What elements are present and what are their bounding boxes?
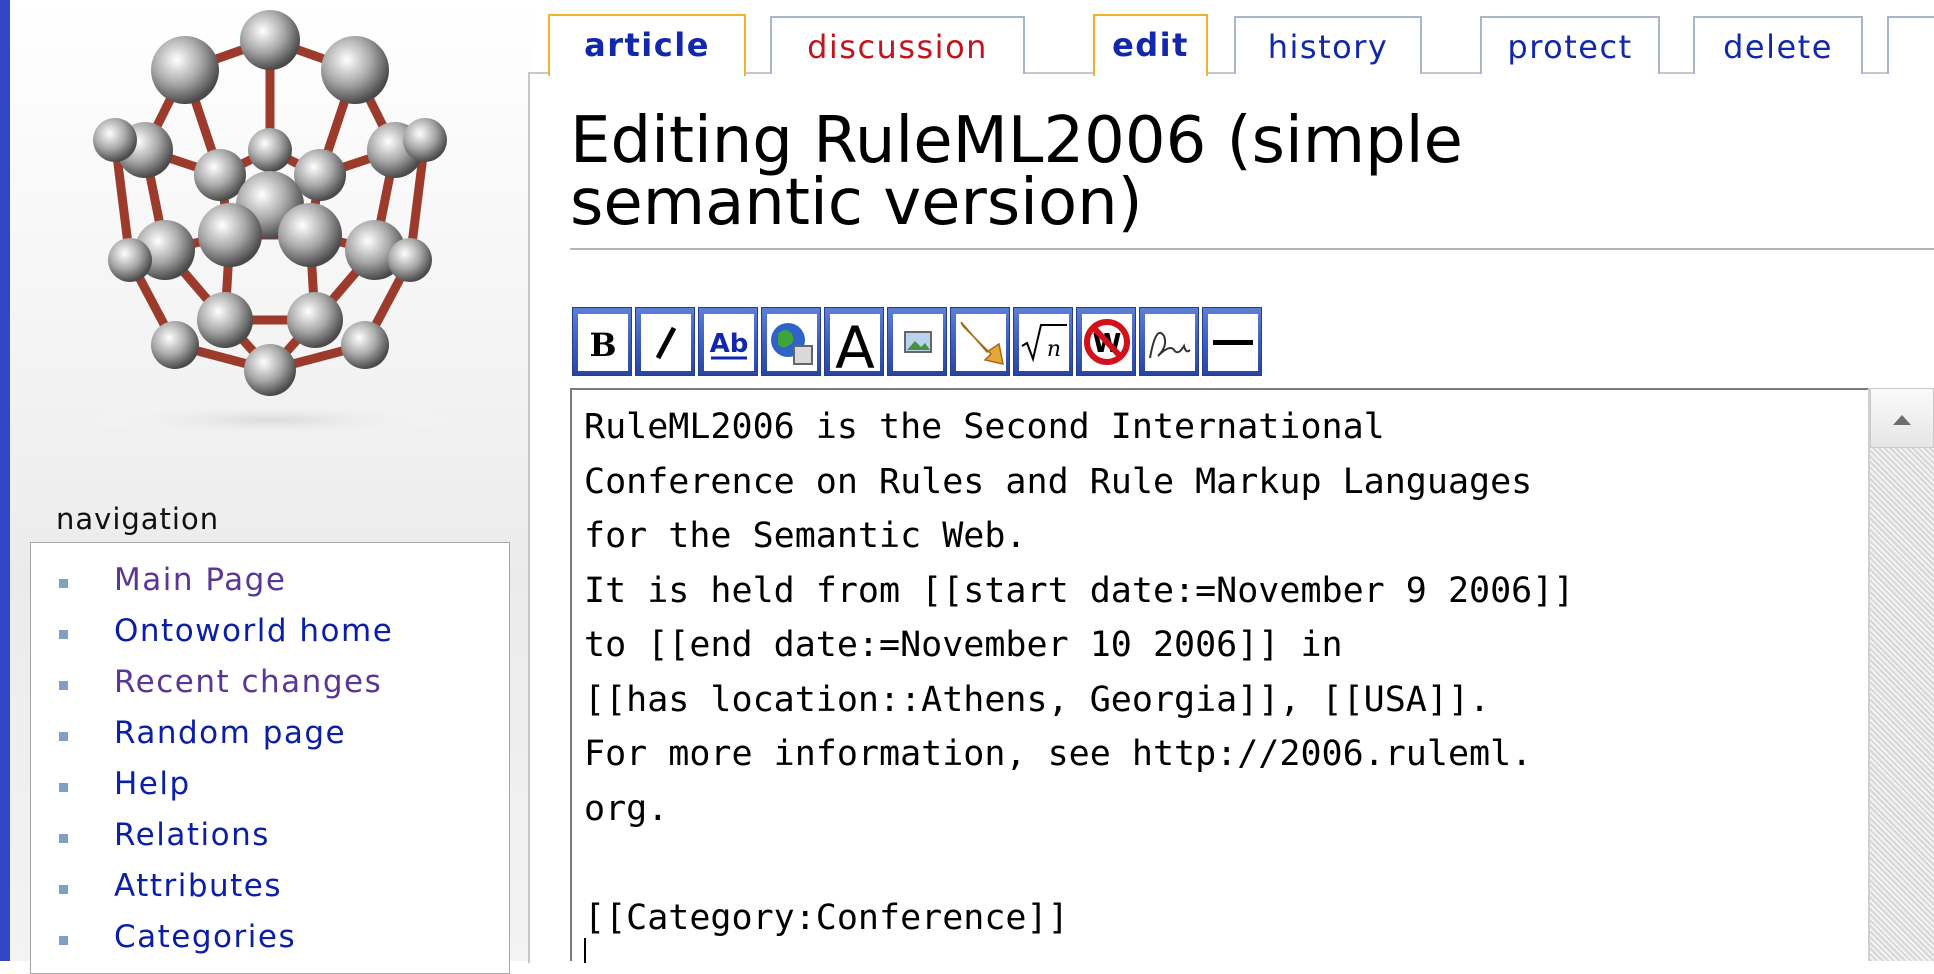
svg-text:Ab: Ab bbox=[710, 329, 749, 359]
tab-more[interactable] bbox=[1887, 16, 1934, 74]
tab-edit[interactable]: edit bbox=[1093, 14, 1208, 76]
globe-icon bbox=[767, 314, 817, 371]
editor-line: [[has location::Athens, Georgia]], [[USA… bbox=[584, 679, 1491, 720]
title-divider bbox=[570, 248, 1934, 250]
editor-line: Conference on Rules and Rule Markup Lang… bbox=[584, 461, 1533, 502]
signature-icon bbox=[1145, 314, 1195, 371]
picture-icon bbox=[893, 314, 943, 371]
editor-scrollbar[interactable] bbox=[1868, 388, 1934, 961]
headline-button[interactable]: A bbox=[824, 307, 884, 376]
svg-text:A: A bbox=[835, 314, 875, 376]
nav-link[interactable]: Relations bbox=[114, 817, 270, 853]
nav-link[interactable]: Random page bbox=[114, 715, 346, 751]
page-title-text: Editing RuleML2006 (simple semantic vers… bbox=[570, 104, 1463, 240]
editor-content[interactable]: RuleML2006 is the Second International Co… bbox=[584, 400, 1874, 945]
editor-line: It is held from [[start date:=November 9… bbox=[584, 570, 1575, 611]
arrow-up-icon bbox=[1893, 415, 1911, 425]
bullet-icon bbox=[59, 834, 68, 843]
internal-link-icon: Ab bbox=[704, 314, 754, 371]
nav-link[interactable]: Main Page bbox=[114, 562, 286, 598]
editor-line: org. bbox=[584, 788, 669, 829]
wiki-text-editor[interactable]: RuleML2006 is the Second International Co… bbox=[570, 388, 1934, 963]
tab-protect[interactable]: protect bbox=[1480, 16, 1660, 74]
nav-link[interactable]: Attributes bbox=[114, 868, 282, 904]
italic-button[interactable] bbox=[635, 307, 695, 376]
edit-toolbar: B Ab A n W bbox=[572, 307, 1265, 376]
navigation-box: Main Page Ontoworld home Recent changes … bbox=[30, 542, 510, 974]
nav-link[interactable]: Recent changes bbox=[114, 664, 382, 700]
bullet-icon bbox=[59, 936, 68, 945]
internal-link-button[interactable]: Ab bbox=[698, 307, 758, 376]
sqrt-icon: n bbox=[1019, 314, 1069, 371]
horizontal-line-icon bbox=[1208, 314, 1258, 371]
embedded-image-button[interactable] bbox=[887, 307, 947, 376]
no-wiki-button[interactable]: W bbox=[1076, 307, 1136, 376]
nav-link[interactable]: Categories bbox=[114, 919, 296, 955]
math-formula-button[interactable]: n bbox=[1013, 307, 1073, 376]
sidebar: navigation Main Page Ontoworld home Rece… bbox=[10, 0, 530, 974]
bold-icon: B bbox=[578, 314, 628, 371]
bullet-icon bbox=[59, 885, 68, 894]
tab-delete[interactable]: delete bbox=[1693, 16, 1863, 74]
bullet-icon bbox=[59, 732, 68, 741]
page-title: Editing RuleML2006 (simple semantic vers… bbox=[570, 104, 1670, 240]
bullet-icon bbox=[59, 681, 68, 690]
tab-history[interactable]: history bbox=[1234, 16, 1422, 74]
bold-button[interactable]: B bbox=[572, 307, 632, 376]
svg-text:n: n bbox=[1047, 337, 1061, 362]
left-accent-strip bbox=[0, 0, 10, 961]
horn-icon bbox=[956, 314, 1006, 371]
bullet-icon bbox=[59, 783, 68, 792]
editor-line: [[Category:Conference]] bbox=[584, 897, 1069, 938]
external-link-button[interactable] bbox=[761, 307, 821, 376]
scroll-up-button[interactable] bbox=[1870, 388, 1934, 448]
text-caret bbox=[584, 938, 586, 963]
nav-link[interactable]: Help bbox=[114, 766, 191, 802]
svg-text:B: B bbox=[589, 326, 616, 364]
editor-line: For more information, see http://2006.ru… bbox=[584, 734, 1533, 774]
editor-line: to [[end date:=November 10 2006]] in bbox=[584, 625, 1343, 665]
media-file-button[interactable] bbox=[950, 307, 1010, 376]
signature-button[interactable] bbox=[1139, 307, 1199, 376]
bullet-icon bbox=[59, 579, 68, 588]
horizontal-line-button[interactable] bbox=[1202, 307, 1262, 376]
no-wiki-icon: W bbox=[1082, 314, 1132, 371]
tab-article[interactable]: article bbox=[548, 14, 746, 76]
editor-line: RuleML2006 is the Second International bbox=[584, 407, 1385, 447]
navigation-heading: navigation bbox=[56, 502, 220, 536]
page-tabs: article discussion edit history protect … bbox=[0, 0, 1934, 76]
headline-icon: A bbox=[830, 314, 880, 376]
editor-line: for the Semantic Web. bbox=[584, 516, 1027, 556]
bullet-icon bbox=[59, 630, 68, 639]
tab-discussion[interactable]: discussion bbox=[770, 16, 1025, 74]
italic-icon bbox=[641, 314, 691, 371]
nav-link[interactable]: Ontoworld home bbox=[114, 613, 393, 649]
